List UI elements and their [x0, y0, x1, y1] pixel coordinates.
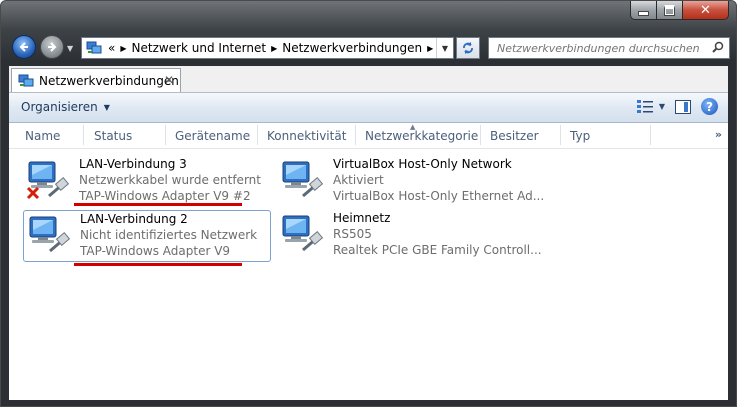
forward-button[interactable]: [40, 35, 64, 59]
tab-label: Netzwerkverbindungen: [39, 73, 179, 88]
organize-label: Organisieren: [21, 100, 98, 114]
connection-name: LAN-Verbindung 2: [80, 212, 188, 226]
tab-netzwerkverbindungen[interactable]: Netzwerkverbindungen ✕: [11, 68, 181, 92]
search-icon[interactable]: [712, 41, 724, 56]
column-header-konnektivitaet[interactable]: Konnektivität: [267, 129, 346, 143]
network-adapter-icon: [282, 215, 324, 252]
more-columns-icon[interactable]: »: [715, 128, 722, 141]
view-details-icon: [636, 100, 653, 113]
breadcrumb-separator-icon[interactable]: ▶: [427, 44, 433, 53]
close-button[interactable]: ✕: [683, 1, 729, 20]
connection-item-selected[interactable]: LAN-Verbindung 2 Nicht identifiziertes N…: [23, 210, 271, 266]
breadcrumb-netzwerkverbindungen[interactable]: Netzwerkverbindungen: [282, 41, 422, 55]
minimize-button[interactable]: [630, 1, 657, 20]
network-adapter-icon: [282, 161, 324, 198]
column-divider[interactable]: [257, 125, 258, 145]
column-divider[interactable]: [560, 125, 561, 145]
connection-name: Heimnetz: [333, 211, 391, 225]
column-divider[interactable]: [83, 125, 84, 145]
chevron-down-icon: ▼: [103, 102, 110, 112]
connection-item[interactable]: VirtualBox Host-Only Network Aktiviert V…: [277, 156, 544, 208]
column-divider[interactable]: [650, 125, 651, 145]
column-divider[interactable]: [355, 125, 356, 145]
view-controls: ▼ ?: [636, 98, 718, 115]
column-header-status[interactable]: Status: [94, 129, 132, 143]
refresh-icon: [463, 42, 473, 54]
breadcrumb-netzwerk-und-internet[interactable]: Netzwerk und Internet: [132, 41, 267, 55]
column-header-besitzer[interactable]: Besitzer: [490, 129, 539, 143]
navigation-row: ▼ « ▶ Netzwerk und Internet ▶ Netzwerkve…: [1, 32, 736, 62]
content-pane: Organisieren ▼ ▼ ? ▲ Name Status Geräten…: [9, 92, 728, 400]
connection-item[interactable]: LAN-Verbindung 3 Netzwerkkabel wurde ent…: [23, 156, 271, 208]
connection-text: Heimnetz RS505 Realtek PCIe GBE Family C…: [333, 210, 542, 258]
column-header-name[interactable]: Name: [25, 129, 60, 143]
arrow-left-icon: [19, 42, 28, 52]
address-bar[interactable]: « ▶ Netzwerk und Internet ▶ Netzwerkverb…: [81, 37, 454, 59]
breadcrumb-separator-icon[interactable]: ▶: [120, 44, 126, 53]
connection-text: LAN-Verbindung 2 Nicht identifiziertes N…: [80, 211, 257, 259]
column-header-netzwerkkategorie[interactable]: Netzwerkkategorie: [365, 129, 478, 143]
column-divider[interactable]: [480, 125, 481, 145]
column-header-geraetename[interactable]: Gerätename: [175, 129, 250, 143]
explorer-window: ✕ ▼ « ▶ Netzwerk und Internet ▶ Netzwerk…: [0, 0, 737, 407]
preview-pane-button[interactable]: [675, 99, 691, 114]
chevron-down-icon[interactable]: ▼: [659, 102, 665, 111]
close-icon: ✕: [700, 2, 711, 18]
back-button[interactable]: [12, 35, 36, 59]
network-connections-icon: [18, 74, 34, 86]
column-headers: ▲ Name Status Gerätename Konnektivität N…: [9, 123, 728, 149]
network-adapter-icon: [29, 216, 71, 253]
tab-close-icon[interactable]: ✕: [164, 73, 174, 87]
maximize-button[interactable]: [657, 1, 683, 20]
refresh-button[interactable]: [456, 37, 480, 59]
breadcrumb: « ▶ Netzwerk und Internet ▶ Netzwerkverb…: [108, 41, 438, 55]
minimize-icon: [638, 10, 649, 16]
column-divider[interactable]: [165, 125, 166, 145]
red-underline: [74, 263, 242, 266]
connection-text: VirtualBox Host-Only Network Aktiviert V…: [333, 156, 544, 204]
network-connections-icon: [86, 41, 102, 54]
search-box[interactable]: [488, 37, 730, 59]
red-underline: [74, 203, 242, 206]
search-input[interactable]: [495, 40, 709, 56]
breadcrumb-separator-icon[interactable]: ▶: [271, 44, 277, 53]
connection-text: LAN-Verbindung 3 Netzwerkkabel wurde ent…: [79, 156, 261, 204]
error-x-icon: [26, 186, 40, 200]
connection-device: Realtek PCIe GBE Family Controll...: [333, 243, 542, 257]
connection-name: VirtualBox Host-Only Network: [333, 157, 512, 171]
connection-device: TAP-Windows Adapter V9: [80, 244, 231, 258]
connection-name: LAN-Verbindung 3: [79, 157, 187, 171]
maximize-icon: [664, 4, 675, 16]
connection-item[interactable]: Heimnetz RS505 Realtek PCIe GBE Family C…: [277, 210, 542, 262]
connection-status: Nicht identifiziertes Netzwerk: [80, 228, 258, 242]
organize-button[interactable]: Organisieren ▼: [21, 100, 110, 114]
connection-status: Aktiviert: [333, 173, 384, 187]
change-view-button[interactable]: ▼: [636, 100, 665, 113]
connection-status: RS505: [333, 227, 372, 241]
address-history-dropdown[interactable]: ▼: [436, 38, 453, 58]
command-bar: Organisieren ▼ ▼ ?: [9, 93, 728, 123]
arrow-right-icon: [48, 42, 57, 52]
column-header-typ[interactable]: Typ: [570, 129, 590, 143]
help-button[interactable]: ?: [701, 98, 718, 115]
caption-buttons: ✕: [630, 1, 729, 21]
recent-pages-dropdown[interactable]: ▼: [67, 44, 73, 53]
breadcrumb-overflow[interactable]: «: [108, 41, 115, 55]
connection-device: VirtualBox Host-Only Ethernet Ad...: [333, 189, 545, 203]
connection-status: Netzwerkkabel wurde entfernt: [79, 173, 261, 187]
connection-device: TAP-Windows Adapter V9 #2: [79, 189, 251, 203]
tab-strip: Netzwerkverbindungen ✕: [9, 66, 728, 92]
